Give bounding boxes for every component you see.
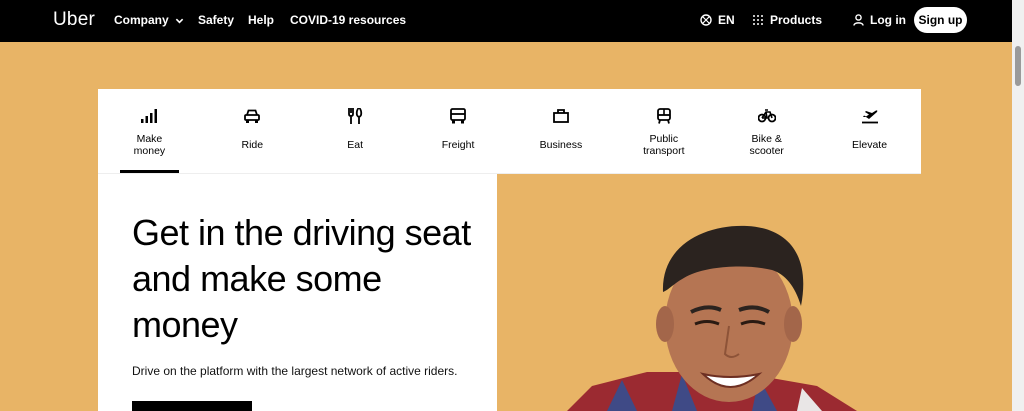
hero-headline: Get in the driving seat and make some mo… xyxy=(132,212,471,345)
hero-content-card: Get in the driving seat and make some mo… xyxy=(98,174,497,411)
language-selector[interactable]: EN xyxy=(700,13,735,27)
tab-label: Elevate xyxy=(852,139,888,151)
covid-resources-link[interactable]: COVID-19 resources xyxy=(290,13,406,27)
page-scrollbar[interactable] xyxy=(1012,0,1024,411)
truck-icon xyxy=(450,107,466,125)
login-link[interactable]: Log in xyxy=(853,13,906,27)
smiling-man-photo xyxy=(497,174,1012,411)
bus-icon xyxy=(656,107,672,125)
sign-up-to-drive-button[interactable] xyxy=(132,401,252,411)
tab-label: Eat xyxy=(347,139,364,151)
grid-dots-icon xyxy=(753,15,763,25)
product-tabs: Make money Ride Eat Freight Business Pub… xyxy=(98,89,921,174)
login-label: Log in xyxy=(870,13,906,27)
signal-bars-icon xyxy=(141,107,158,125)
chevron-down-icon xyxy=(175,18,183,23)
car-icon xyxy=(244,107,261,125)
company-label: Company xyxy=(114,13,169,27)
tab-label: Freight xyxy=(441,139,475,151)
tab-freight[interactable]: Freight xyxy=(407,89,510,173)
tab-public-transport[interactable]: Public transport xyxy=(612,89,715,173)
tab-ride[interactable]: Ride xyxy=(201,89,304,173)
tab-business[interactable]: Business xyxy=(510,89,613,173)
tab-label: Public transport xyxy=(643,133,685,157)
language-label: EN xyxy=(718,13,735,27)
top-nav: Uber Company Safety Help COVID-19 resour… xyxy=(0,0,1024,42)
tab-make-money[interactable]: Make money xyxy=(98,89,201,173)
hero-subtext: Drive on the platform with the largest n… xyxy=(132,364,458,378)
fork-knife-icon xyxy=(347,107,363,125)
company-menu[interactable]: Company xyxy=(114,13,184,27)
tab-eat[interactable]: Eat xyxy=(304,89,407,173)
tab-label: Business xyxy=(539,139,583,151)
tab-label: Bike & scooter xyxy=(749,133,784,157)
tab-elevate[interactable]: Elevate xyxy=(818,89,921,173)
uber-logo[interactable]: Uber xyxy=(53,9,95,31)
globe-icon xyxy=(700,14,712,26)
tab-label: Ride xyxy=(241,139,264,151)
safety-link[interactable]: Safety xyxy=(198,13,234,27)
products-label: Products xyxy=(770,13,823,27)
hero-image xyxy=(497,174,1012,411)
signup-button[interactable]: Sign up xyxy=(914,7,967,33)
briefcase-icon xyxy=(553,107,569,125)
help-link[interactable]: Help xyxy=(248,13,274,27)
bicycle-icon xyxy=(757,107,776,125)
scrollbar-thumb[interactable] xyxy=(1015,46,1021,86)
products-menu[interactable]: Products xyxy=(752,13,822,27)
airplane-icon xyxy=(861,107,879,125)
tab-bike-scooter[interactable]: Bike & scooter xyxy=(715,89,818,173)
user-icon xyxy=(853,14,864,26)
tab-label: Make money xyxy=(133,133,166,157)
